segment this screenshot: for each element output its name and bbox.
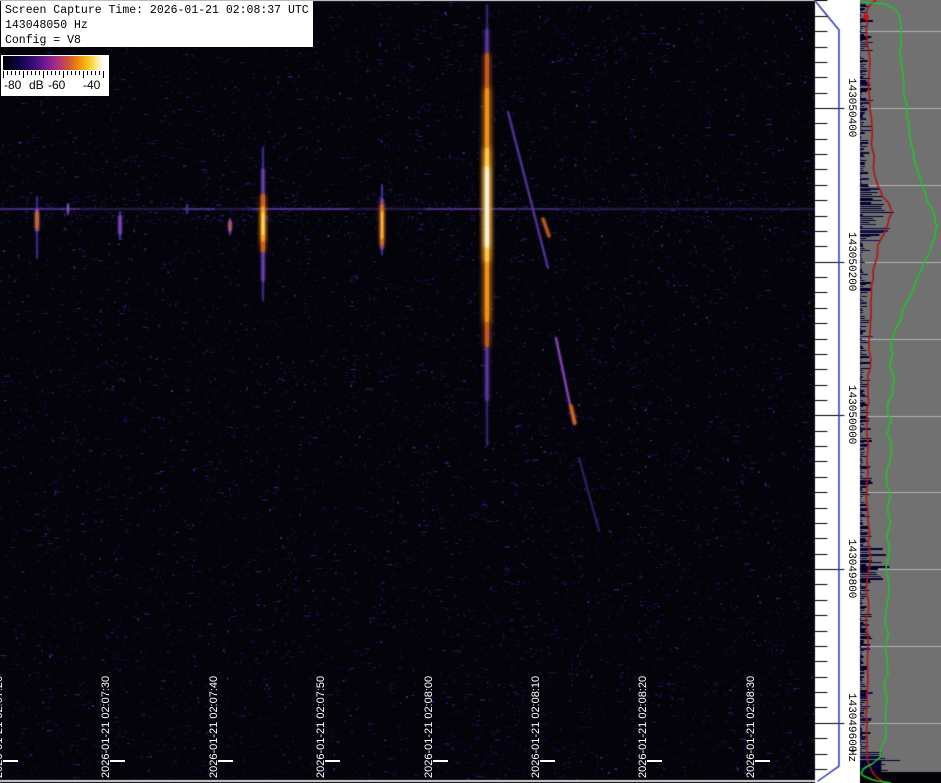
time-axis-tick — [3, 760, 18, 762]
time-axis-label: 2026-01-21 02:07:20 — [0, 676, 5, 778]
legend-tick — [11, 71, 12, 75]
time-axis-label: 2026-01-21 02:07:40 — [208, 676, 220, 778]
legend-tick — [87, 71, 88, 75]
legend-tick — [71, 71, 72, 75]
spectrogram-canvas — [0, 0, 941, 783]
time-axis-label: 2026-01-21 02:08:00 — [423, 676, 435, 778]
time-axis-label: 2026-01-21 02:07:50 — [315, 676, 327, 778]
legend-tick — [31, 71, 32, 75]
time-axis-label: 2026-01-21 02:08:20 — [637, 676, 649, 778]
legend-tick — [95, 71, 96, 75]
frequency-axis-label: 143050400 — [845, 78, 857, 137]
legend-label-neg60: -60 — [48, 78, 65, 92]
legend-tick — [67, 71, 68, 75]
spectrogram-capture-window: Screen Capture Time: 2026-01-21 02:08:37… — [0, 0, 941, 783]
time-axis-label: 2026-01-21 02:07:30 — [100, 676, 112, 778]
legend-tick — [19, 71, 20, 75]
legend-tick — [83, 71, 84, 78]
legend-tick — [39, 71, 40, 75]
color-scale-legend: -80 dB -60 -40 — [1, 55, 109, 96]
color-scale-gradient — [3, 56, 107, 70]
legend-tick — [7, 71, 8, 75]
frequency-unit-label: Hz — [845, 749, 857, 762]
legend-tick — [75, 71, 76, 75]
legend-tick — [27, 71, 28, 75]
legend-label-db: dB — [29, 78, 44, 92]
time-axis-tick — [110, 760, 125, 762]
time-axis-tick — [325, 760, 340, 762]
legend-tick — [99, 71, 100, 75]
capture-time-text: Screen Capture Time: 2026-01-21 02:08:37… — [5, 3, 313, 18]
legend-tick — [15, 71, 16, 75]
time-axis-tick — [647, 760, 662, 762]
time-axis-tick — [755, 760, 770, 762]
time-axis-label: 2026-01-21 02:08:10 — [530, 676, 542, 778]
legend-tick — [3, 71, 4, 78]
receiver-frequency-text: 143048050 Hz — [5, 18, 313, 33]
frequency-axis-label: 143049600 — [845, 693, 857, 752]
frequency-axis-label: 143050200 — [845, 232, 857, 291]
time-axis-tick — [218, 760, 233, 762]
frequency-axis-label: 143050000 — [845, 385, 857, 444]
time-axis-tick — [433, 760, 448, 762]
legend-tick — [23, 71, 24, 78]
legend-tick — [35, 71, 36, 75]
legend-tick — [63, 71, 64, 78]
time-axis-label: 2026-01-21 02:08:30 — [745, 676, 757, 778]
time-axis-tick — [540, 760, 555, 762]
legend-tick — [103, 71, 104, 78]
legend-label-neg80: -80 — [4, 78, 21, 92]
capture-info-box: Screen Capture Time: 2026-01-21 02:08:37… — [1, 1, 313, 47]
color-scale-labels: -80 dB -60 -40 — [3, 78, 109, 94]
legend-tick — [47, 71, 48, 75]
legend-tick — [79, 71, 80, 75]
legend-tick — [59, 71, 60, 75]
frequency-axis-label: 143049800 — [845, 539, 857, 598]
legend-tick — [91, 71, 92, 75]
legend-tick — [43, 71, 44, 78]
legend-tick — [51, 71, 52, 75]
config-text: Config = V8 — [5, 33, 313, 47]
legend-label-neg40: -40 — [83, 78, 100, 92]
legend-tick — [55, 71, 56, 75]
